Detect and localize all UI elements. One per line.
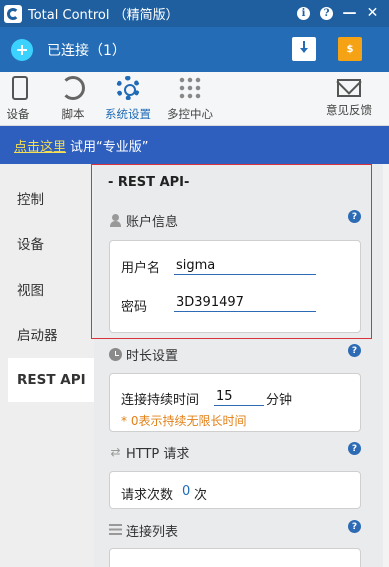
- cart-icon: $: [346, 43, 354, 55]
- duration-note: * 0表示持续无限长时间: [121, 414, 247, 428]
- http-header: ⇄ HTTP 请求: [109, 443, 190, 463]
- toolbar-settings[interactable]: 系统设置: [101, 72, 155, 126]
- toolbar-multi-control[interactable]: 多控中心: [163, 72, 217, 126]
- connection-list-panel: [109, 548, 361, 567]
- main-toolbar: 设备 脚本 系统设置 多控中心 意见反馈: [0, 72, 389, 126]
- sidebar-item-rest-api[interactable]: REST API: [8, 358, 94, 402]
- shop-button[interactable]: $: [338, 37, 362, 61]
- toolbar-settings-label: 系统设置: [105, 107, 151, 121]
- request-count-unit: 次: [194, 488, 208, 503]
- http-help-icon[interactable]: ?: [348, 442, 361, 455]
- settings-sidebar: 控制 设备 视图 启动器 REST API: [0, 164, 94, 567]
- toolbar-feedback[interactable]: 意见反馈: [322, 72, 376, 126]
- username-label: 用户名: [121, 261, 161, 276]
- account-panel: 用户名 密码: [109, 240, 361, 333]
- help-icon: ?: [320, 6, 333, 20]
- help-button[interactable]: ?: [318, 3, 335, 23]
- list-icon: [109, 524, 122, 537]
- download-button[interactable]: [292, 37, 316, 61]
- account-help-icon[interactable]: ?: [348, 210, 361, 223]
- duration-label: 连接持续时间: [121, 393, 200, 408]
- password-field[interactable]: [174, 293, 316, 312]
- clock-icon: [109, 348, 122, 361]
- connection-list-help-icon[interactable]: ?: [348, 520, 361, 533]
- connection-list-label: 连接列表: [126, 525, 179, 540]
- account-header-label: 账户信息: [126, 215, 179, 230]
- mail-icon: [337, 79, 361, 97]
- toolbar-devices[interactable]: 设备: [4, 72, 32, 126]
- connection-bar: 已连接（1） $: [0, 27, 389, 72]
- username-field[interactable]: [174, 256, 316, 275]
- request-count-label: 请求次数: [121, 488, 174, 503]
- connection-list-header: 连接列表: [109, 521, 178, 540]
- grid-icon: [178, 76, 202, 100]
- app-logo-icon: [4, 4, 22, 23]
- duration-header: 时长设置: [109, 345, 178, 364]
- toolbar-feedback-label: 意见反馈: [326, 103, 372, 117]
- duration-header-label: 时长设置: [126, 349, 179, 364]
- sidebar-item-view[interactable]: 视图: [0, 267, 94, 311]
- password-label: 密码: [121, 300, 148, 315]
- promo-text: 试用“专业版”: [70, 139, 149, 155]
- http-header-label: HTTP 请求: [126, 447, 190, 462]
- sidebar-item-control[interactable]: 控制: [0, 176, 94, 220]
- request-count-value: 0: [182, 484, 191, 499]
- promo-banner: 点击这里 试用“专业版”: [0, 126, 389, 164]
- duration-panel: 连接持续时间 分钟 * 0表示持续无限长时间: [109, 373, 361, 432]
- phone-icon: [12, 76, 28, 100]
- sidebar-item-launcher[interactable]: 启动器: [0, 312, 94, 356]
- toolbar-scripts[interactable]: 脚本: [58, 72, 88, 126]
- info-button[interactable]: i: [295, 3, 312, 23]
- toolbar-multi-control-label: 多控中心: [167, 107, 213, 121]
- script-icon: [61, 76, 85, 100]
- swap-icon: ⇄: [110, 445, 121, 459]
- sidebar-item-device[interactable]: 设备: [0, 221, 94, 265]
- duration-help-icon[interactable]: ?: [348, 344, 361, 357]
- http-panel: 请求次数 0 次: [109, 471, 361, 509]
- title-bar: Total Control （精简版） i ? — ✕: [0, 0, 389, 27]
- close-button[interactable]: ✕: [364, 3, 381, 23]
- toolbar-scripts-label: 脚本: [61, 107, 85, 121]
- duration-input[interactable]: [214, 387, 264, 406]
- window-title: Total Control （精简版）: [28, 8, 179, 23]
- window-controls: i ? — ✕: [295, 3, 381, 23]
- connection-status: 已连接（1）: [47, 42, 126, 59]
- gear-icon: [116, 76, 140, 100]
- scrollbar[interactable]: [383, 164, 389, 567]
- user-icon: [109, 214, 122, 227]
- promo-link[interactable]: 点击这里: [14, 136, 66, 155]
- section-title: - REST API-: [108, 175, 190, 190]
- minimize-button[interactable]: —: [341, 3, 358, 23]
- add-device-button[interactable]: [11, 38, 33, 61]
- download-icon: [300, 41, 308, 53]
- toolbar-devices-label: 设备: [6, 107, 30, 121]
- info-icon: i: [297, 6, 310, 20]
- account-header: 账户信息: [109, 211, 178, 230]
- duration-unit: 分钟: [266, 393, 293, 408]
